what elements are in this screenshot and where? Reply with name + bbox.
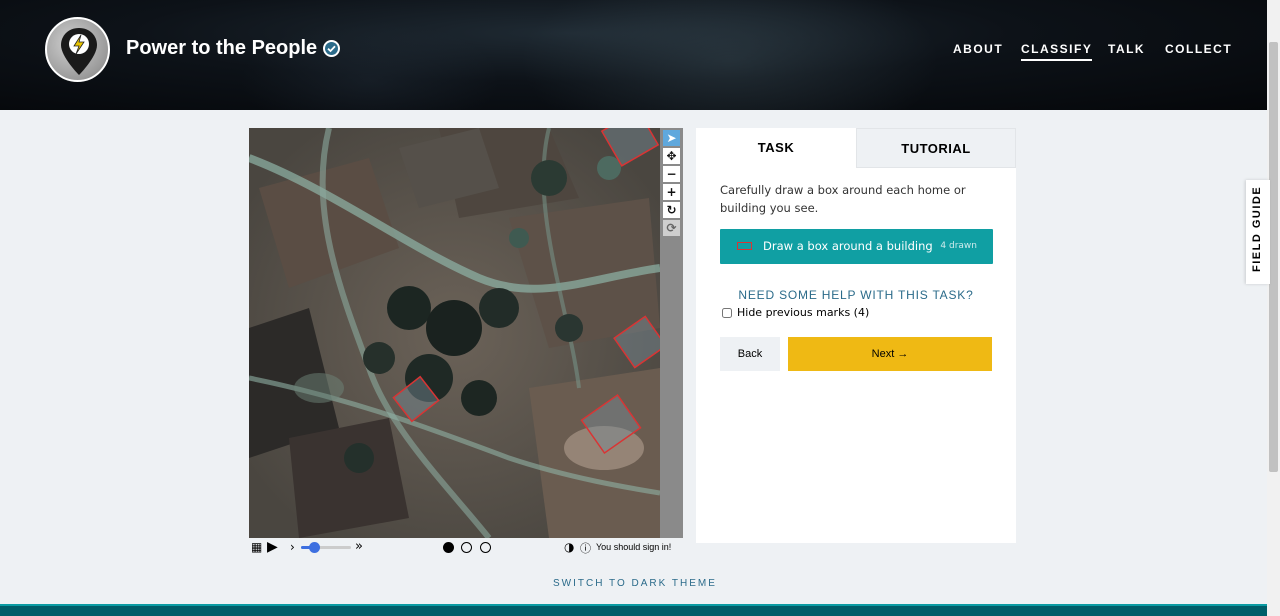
header-background-texture-2 bbox=[240, 20, 500, 110]
contrast-icon[interactable]: ◑ bbox=[564, 540, 574, 554]
rotate-icon[interactable]: ↻ bbox=[663, 202, 680, 218]
footer-bar bbox=[0, 604, 1267, 616]
hide-marks-label: Hide previous marks (4) bbox=[737, 306, 870, 319]
building-mark bbox=[392, 375, 440, 423]
tab-task[interactable]: TASK bbox=[696, 128, 856, 168]
help-link[interactable]: NEED SOME HELP WITH THIS TASK? bbox=[696, 288, 1016, 302]
pointer-icon[interactable]: ➤ bbox=[663, 130, 680, 146]
nav-collect[interactable]: COLLECT bbox=[1165, 42, 1232, 56]
arrow-right-icon: → bbox=[897, 348, 909, 360]
project-logo[interactable] bbox=[45, 17, 110, 82]
map-pin-bolt-icon bbox=[61, 28, 97, 75]
drawn-count: 4 drawn bbox=[940, 241, 977, 251]
task-panel: TASK TUTORIAL Carefully draw a box aroun… bbox=[696, 128, 1016, 543]
header-background-texture bbox=[520, 0, 940, 110]
frame-dot-2[interactable] bbox=[461, 542, 472, 553]
building-mark bbox=[580, 393, 642, 455]
building-mark bbox=[613, 315, 660, 369]
step-forward-icon[interactable]: › bbox=[290, 540, 295, 554]
zoom-in-icon[interactable]: + bbox=[663, 184, 680, 200]
building-mark bbox=[600, 128, 660, 167]
reset-icon[interactable]: ⟳ bbox=[663, 220, 680, 236]
draw-tool-label: Draw a box around a building bbox=[763, 239, 933, 253]
subject-image-viewer[interactable] bbox=[249, 128, 660, 538]
nav-about[interactable]: ABOUT bbox=[953, 42, 1003, 56]
project-title[interactable]: Power to the People bbox=[126, 37, 317, 60]
hide-previous-marks[interactable]: Hide previous marks (4) bbox=[722, 306, 869, 319]
nav-talk[interactable]: TALK bbox=[1108, 42, 1145, 56]
rectangle-tool-icon bbox=[737, 242, 752, 250]
project-header: Power to the People ABOUT CLASSIFY TALK … bbox=[0, 0, 1267, 110]
fast-forward-icon[interactable]: » bbox=[355, 539, 363, 554]
hide-marks-checkbox[interactable] bbox=[722, 308, 732, 318]
task-instruction: Carefully draw a box around each home or… bbox=[720, 183, 966, 215]
next-button-label: Next bbox=[871, 348, 895, 360]
play-icon[interactable]: ▶ bbox=[267, 539, 278, 555]
info-icon[interactable]: ⓘ bbox=[580, 540, 591, 556]
tab-tutorial[interactable]: TUTORIAL bbox=[856, 128, 1016, 168]
scrollbar-thumb[interactable] bbox=[1269, 42, 1278, 472]
sign-in-warning: You should sign in! bbox=[596, 542, 672, 552]
frame-controls: ▦ ▶ › » ◑ ⓘ You should sign in! bbox=[249, 539, 685, 557]
speed-slider-handle[interactable] bbox=[309, 542, 320, 553]
drawn-marks-layer[interactable] bbox=[249, 128, 660, 538]
nav-classify[interactable]: CLASSIFY bbox=[1021, 42, 1093, 61]
draw-building-tool-button[interactable]: Draw a box around a building 4 drawn bbox=[720, 229, 993, 264]
verified-badge-icon bbox=[323, 40, 340, 57]
next-button[interactable]: Next → bbox=[788, 337, 992, 371]
move-icon[interactable]: ✥ bbox=[663, 148, 680, 164]
frame-dot-3[interactable] bbox=[480, 542, 491, 553]
frame-dot-1[interactable] bbox=[443, 542, 454, 553]
grid-view-icon[interactable]: ▦ bbox=[251, 540, 262, 554]
field-guide-tab[interactable]: FIELD GUIDE bbox=[1246, 180, 1270, 284]
page-scrollbar[interactable] bbox=[1267, 0, 1280, 616]
viewer-toolbar: ➤ ✥ − + ↻ ⟳ bbox=[660, 128, 683, 538]
speed-slider[interactable] bbox=[301, 542, 351, 553]
switch-dark-theme-link[interactable]: SWITCH TO DARK THEME bbox=[553, 578, 717, 589]
back-button[interactable]: Back bbox=[720, 337, 780, 371]
field-guide-label: FIELD GUIDE bbox=[1251, 185, 1263, 272]
zoom-out-icon[interactable]: − bbox=[663, 166, 680, 182]
